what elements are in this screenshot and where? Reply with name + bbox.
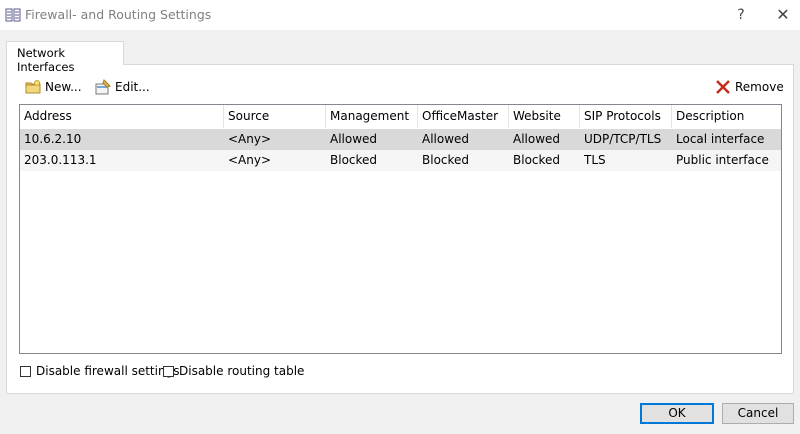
cancel-button[interactable]: Cancel (722, 403, 794, 424)
edit-icon (95, 79, 111, 95)
cell-officemaster: Allowed (422, 132, 470, 146)
cell-sip-protocols: UDP/TCP/TLS (584, 132, 662, 146)
column-header-management[interactable]: Management (326, 105, 418, 128)
column-header-officemaster[interactable]: OfficeMaster (418, 105, 509, 128)
ok-button[interactable]: OK (640, 403, 714, 424)
edit-button[interactable]: Edit... (95, 78, 150, 96)
sort-ascending-icon: ^ (117, 104, 126, 111)
cell-description: Public interface (676, 153, 769, 167)
help-button[interactable]: ? (731, 5, 751, 25)
interfaces-table[interactable]: Address Source Management OfficeMaster W… (19, 104, 782, 354)
remove-button[interactable]: Remove (715, 78, 784, 96)
cell-management: Allowed (330, 132, 378, 146)
column-header-sip-protocols[interactable]: SIP Protocols (580, 105, 672, 128)
disable-firewall-label: Disable firewall settings (36, 364, 180, 378)
cell-management: Blocked (330, 153, 378, 167)
tab-label: Network Interfaces (17, 46, 75, 74)
cell-description: Local interface (676, 132, 765, 146)
remove-label: Remove (735, 80, 784, 94)
table-header: Address Source Management OfficeMaster W… (20, 105, 781, 128)
column-header-website[interactable]: Website (509, 105, 580, 128)
cell-source: <Any> (228, 132, 272, 146)
remove-x-icon (715, 79, 731, 95)
disable-firewall-option[interactable]: Disable firewall settings (20, 364, 179, 378)
column-header-description[interactable]: Description (672, 105, 781, 128)
tab-network-interfaces[interactable]: Network Interfaces (6, 41, 124, 74)
cell-website: Blocked (513, 153, 561, 167)
table-row[interactable]: 10.6.2.10 <Any> Allowed Allowed Allowed … (20, 129, 781, 150)
disable-firewall-checkbox[interactable] (20, 365, 31, 377)
cell-address: 203.0.113.1 (24, 153, 97, 167)
disable-routing-option[interactable]: Disable routing table (163, 364, 304, 378)
new-folder-icon (25, 79, 41, 95)
new-button[interactable]: New... (25, 78, 82, 96)
disable-routing-label: Disable routing table (179, 364, 305, 378)
edit-label: Edit... (115, 80, 150, 94)
table-row[interactable]: 203.0.113.1 <Any> Blocked Blocked Blocke… (20, 150, 781, 171)
window-title: Firewall- and Routing Settings (25, 7, 212, 22)
disable-routing-checkbox[interactable] (163, 365, 174, 377)
title-bar: Firewall- and Routing Settings ? ✕ (0, 0, 800, 30)
new-label: New... (45, 80, 82, 94)
cell-source: <Any> (228, 153, 272, 167)
cell-sip-protocols: TLS (584, 153, 606, 167)
column-header-source[interactable]: Source (224, 105, 326, 128)
cell-address: 10.6.2.10 (24, 132, 82, 146)
close-button[interactable]: ✕ (772, 5, 794, 25)
app-icon (5, 7, 21, 23)
cell-website: Allowed (513, 132, 561, 146)
cell-officemaster: Blocked (422, 153, 470, 167)
